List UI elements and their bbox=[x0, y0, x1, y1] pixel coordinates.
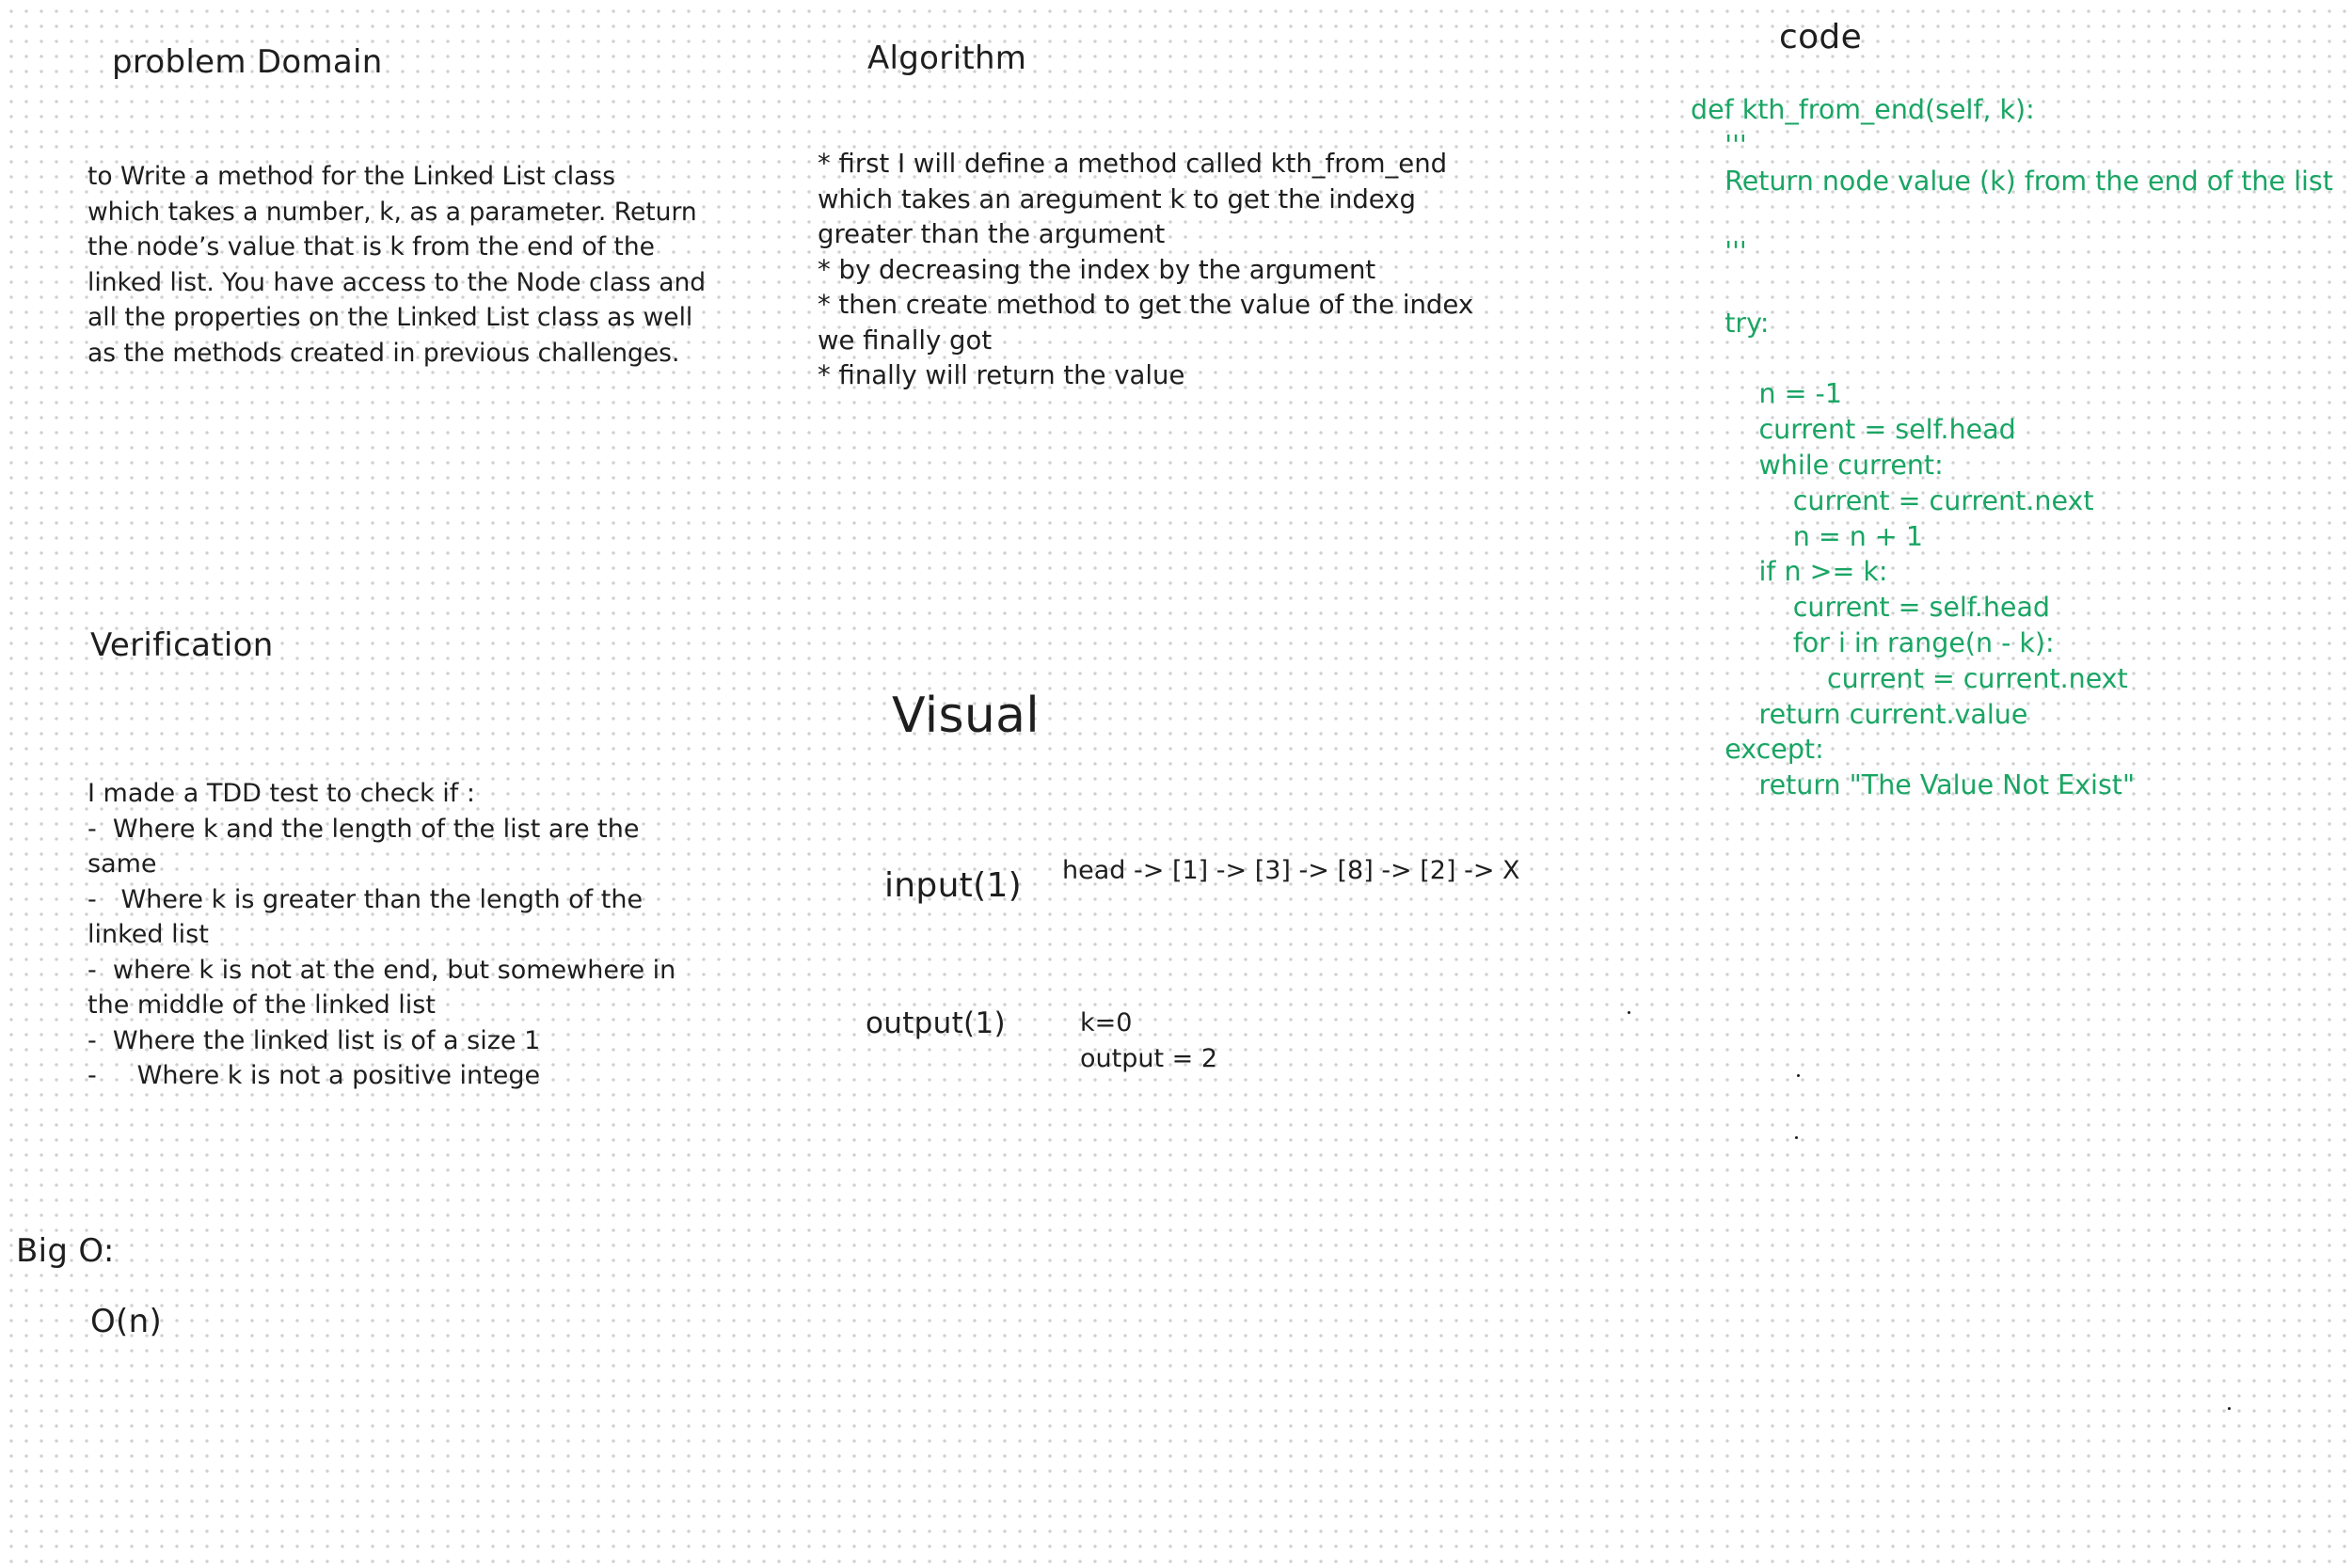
visual-heading: Visual bbox=[892, 688, 1041, 744]
code-line: Return node value (k) from the end of th… bbox=[1691, 165, 2333, 197]
verification-line: - Where k and the length of the list are… bbox=[87, 814, 640, 844]
problem-domain-line: linked list. You have access to the Node… bbox=[87, 267, 707, 297]
algorithm-line: * first I will define a method called kt… bbox=[818, 149, 1448, 179]
visual-input-value: head -> [1] -> [3] -> [8] -> [2] -> X bbox=[1062, 856, 1520, 885]
code-line: return current.value bbox=[1691, 698, 2028, 730]
verification-line: - Where k is not a positive intege bbox=[87, 1061, 541, 1090]
code-heading: code bbox=[1779, 18, 1863, 56]
visual-input-label: input(1) bbox=[884, 866, 1022, 905]
problem-domain-line: the node’s value that is k from the end … bbox=[87, 232, 655, 261]
code-line: try: bbox=[1691, 307, 1770, 339]
algorithm-text: * first I will define a method called kt… bbox=[818, 147, 1473, 394]
stray-dot bbox=[1795, 1136, 1798, 1139]
verification-heading: Verification bbox=[90, 626, 274, 664]
visual-output-label: output(1) bbox=[866, 1006, 1006, 1040]
algorithm-line: * then create method to get the value of… bbox=[818, 290, 1474, 320]
code-line: if n >= k: bbox=[1691, 556, 1888, 588]
verification-line: - Where k is greater than the length of … bbox=[87, 884, 644, 914]
algorithm-line: we finally got bbox=[818, 325, 993, 356]
algorithm-line: * finally will return the value bbox=[818, 360, 1185, 390]
code-line: for i in range(n - k): bbox=[1691, 626, 2055, 658]
code-line: return "The Value Not Exist" bbox=[1691, 769, 2136, 801]
code-line: while current: bbox=[1691, 449, 1944, 481]
algorithm-line: which takes an aregument k to get the in… bbox=[818, 183, 1416, 214]
code-line: current = current.next bbox=[1691, 662, 2128, 694]
code-line: ''' bbox=[1691, 129, 1747, 161]
verification-text: I made a TDD test to check if : - Where … bbox=[87, 777, 675, 1095]
verification-line: - where k is not at the end, but somewhe… bbox=[87, 955, 676, 985]
code-line: except: bbox=[1691, 734, 1824, 766]
code-line: n = -1 bbox=[1691, 378, 1842, 410]
big-o-heading: Big O: bbox=[16, 1232, 115, 1270]
algorithm-line: greater than the argument bbox=[818, 219, 1166, 249]
verification-line: linked list bbox=[87, 920, 209, 949]
stray-dot bbox=[1797, 1074, 1800, 1077]
code-line: def kth_from_end(self, k): bbox=[1691, 94, 2035, 125]
problem-domain-line: to Write a method for the Linked List cl… bbox=[87, 162, 616, 191]
visual-output-value: k=0 output = 2 bbox=[1080, 1006, 1217, 1077]
visual-output-line: output = 2 bbox=[1080, 1043, 1218, 1073]
problem-domain-text: to Write a method for the Linked List cl… bbox=[87, 160, 706, 372]
code-line: current = self.head bbox=[1691, 592, 2050, 624]
code-listing: def kth_from_end(self, k): ''' Return no… bbox=[1691, 92, 2333, 803]
verification-line: I made a TDD test to check if : bbox=[87, 779, 475, 808]
big-o-value: O(n) bbox=[90, 1303, 163, 1340]
stray-dot bbox=[2228, 1407, 2231, 1410]
code-line: current = self.head bbox=[1691, 414, 2016, 446]
algorithm-heading: Algorithm bbox=[867, 40, 1027, 77]
problem-domain-line: as the methods created in previous chall… bbox=[87, 338, 680, 368]
problem-domain-heading: problem Domain bbox=[112, 43, 383, 81]
code-line: n = n + 1 bbox=[1691, 520, 1923, 552]
code-line: current = current.next bbox=[1691, 484, 2094, 516]
verification-line: the middle of the linked list bbox=[87, 990, 436, 1020]
problem-domain-line: all the properties on the Linked List cl… bbox=[87, 303, 693, 332]
verification-line: same bbox=[87, 849, 157, 879]
algorithm-line: * by decreasing the index by the argumen… bbox=[818, 254, 1376, 285]
stray-dot bbox=[1628, 1011, 1630, 1014]
code-line: ''' bbox=[1691, 236, 1747, 268]
visual-output-line: k=0 bbox=[1080, 1008, 1133, 1037]
problem-domain-line: which takes a number, k, as a parameter.… bbox=[87, 197, 697, 227]
verification-line: - Where the linked list is of a size 1 bbox=[87, 1025, 541, 1055]
